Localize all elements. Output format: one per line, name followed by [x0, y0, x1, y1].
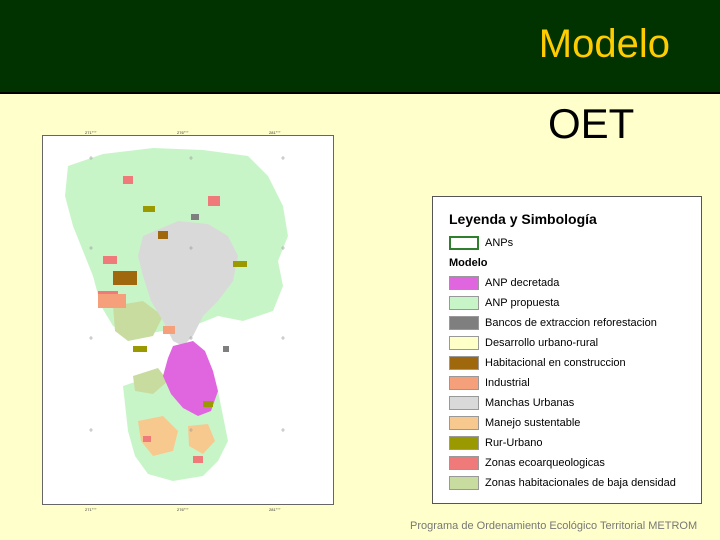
map-legend: Leyenda y Simbología ANPs Modelo ANP dec… [432, 196, 702, 504]
rur-urbano-patch [203, 401, 213, 407]
legend-row: Industrial [449, 375, 530, 391]
map-top-tick: 281°°° [269, 130, 281, 135]
ecoarq-patch [103, 256, 117, 264]
legend-row: Desarrollo urbano-rural [449, 335, 598, 351]
rur-urbano-patch [133, 346, 147, 352]
ecoarq-patch [143, 436, 151, 442]
legend-swatch [449, 396, 479, 410]
legend-swatch [449, 416, 479, 430]
legend-row: Rur-Urbano [449, 435, 542, 451]
ecoarq-patch [193, 456, 203, 463]
habitacional-patch [113, 271, 137, 285]
map-top-tick: 271°°° [85, 130, 97, 135]
legend-label: Desarrollo urbano-rural [485, 337, 599, 349]
legend-label: Rur-Urbano [485, 437, 543, 449]
bancos-patch [191, 214, 199, 220]
legend-swatch [449, 376, 479, 390]
legend-swatch [449, 456, 479, 470]
legend-section-title: Modelo [449, 257, 488, 269]
legend-label: Manejo sustentable [485, 417, 581, 429]
legend-label: ANP decretada [485, 277, 560, 289]
legend-swatch [449, 476, 479, 490]
map-bottom-tick: 276°°° [177, 507, 189, 512]
page-title: Modelo [538, 22, 670, 66]
map-graphic [65, 148, 288, 481]
map-panel: 271°°° 276°°° 281°°° 271°°° 276°°° 281°°… [42, 130, 334, 512]
rur-urbano-patch [233, 261, 247, 267]
page-subtitle: OET [548, 100, 635, 147]
industrial-patch [98, 294, 126, 308]
legend-swatch [449, 316, 479, 330]
legend-row: Manejo sustentable [449, 415, 580, 431]
legend-label: Habitacional en construccion [485, 357, 626, 369]
legend-label: ANP propuesta [485, 297, 560, 309]
legend-swatch-anps [449, 236, 479, 250]
footer-text: Programa de Ordenamiento Ecológico Terri… [410, 520, 698, 532]
legend-label: Bancos de extraccion reforestacion [485, 317, 657, 329]
legend-row-anps: ANPs [449, 235, 513, 251]
legend-swatch [449, 336, 479, 350]
legend-title: Leyenda y Simbología [449, 211, 597, 227]
legend-label: ANPs [485, 237, 514, 249]
legend-swatch [449, 356, 479, 370]
rur-urbano-patch [143, 206, 155, 212]
legend-row: Manchas Urbanas [449, 395, 574, 411]
industrial-patch [163, 326, 175, 334]
habitacional-patch [158, 231, 168, 239]
legend-label: Industrial [485, 377, 530, 389]
legend-row: Zonas habitacionales de baja densidad [449, 475, 676, 491]
legend-swatch [449, 436, 479, 450]
ecoarq-patch [208, 196, 220, 206]
bancos-patch [223, 346, 229, 352]
legend-row: Bancos de extraccion reforestacion [449, 315, 657, 331]
ecoarq-patch [123, 176, 133, 184]
map-bottom-tick: 281°°° [269, 507, 281, 512]
legend-label: Zonas habitacionales de baja densidad [485, 477, 676, 489]
legend-row: ANP propuesta [449, 295, 559, 311]
map-top-tick: 276°°° [177, 130, 189, 135]
legend-row: Habitacional en construccion [449, 355, 626, 371]
legend-swatch [449, 276, 479, 290]
legend-swatch [449, 296, 479, 310]
legend-row: ANP decretada [449, 275, 559, 291]
map-bottom-tick: 271°°° [85, 507, 97, 512]
legend-label: Zonas ecoarqueologicas [485, 457, 605, 469]
header-bar: Modelo [0, 0, 720, 94]
legend-label: Manchas Urbanas [485, 397, 575, 409]
legend-row: Zonas ecoarqueologicas [449, 455, 605, 471]
